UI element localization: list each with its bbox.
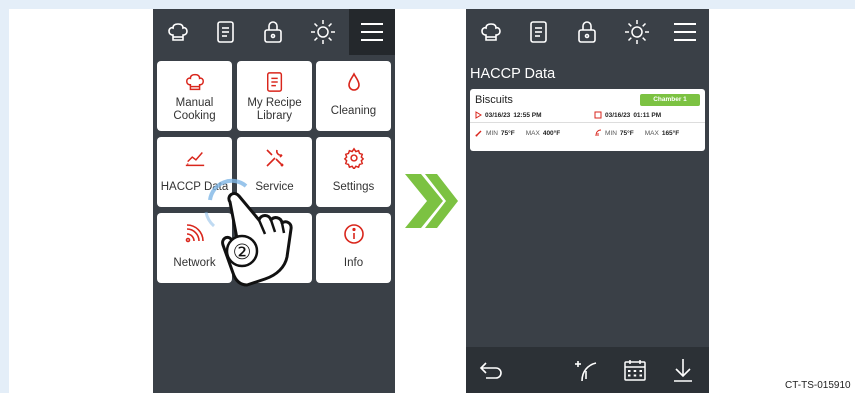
tile-label: Cleaning bbox=[330, 105, 377, 117]
haccp-data-screen: HACCP Data Biscuits Chamber 1 03/16/23 1… bbox=[466, 9, 709, 393]
end-time: 01:11 PM bbox=[633, 111, 662, 119]
chef-hat-icon bbox=[184, 71, 206, 93]
download-icon[interactable] bbox=[670, 357, 696, 383]
tile-label: Info bbox=[343, 257, 364, 269]
probe-temp-range: MIN 75°F MAX 165°F bbox=[594, 129, 679, 137]
double-chevron-right-icon bbox=[405, 174, 458, 228]
lock-icon[interactable] bbox=[258, 17, 288, 47]
thermometer-icon bbox=[475, 130, 482, 137]
haccp-record-card[interactable]: Biscuits Chamber 1 03/16/23 12:55 PM 03/… bbox=[470, 89, 705, 151]
recipe-book-icon bbox=[264, 71, 286, 93]
chef-hat-icon[interactable] bbox=[163, 17, 193, 47]
bottom-toolbar bbox=[466, 347, 709, 393]
tile-label: My Recipe Library bbox=[247, 97, 302, 122]
tile-label: Settings bbox=[332, 181, 375, 193]
tap-hand-icon: ② bbox=[204, 178, 293, 287]
lock-icon[interactable] bbox=[572, 17, 602, 47]
probe-add-icon[interactable] bbox=[574, 357, 600, 383]
probe-icon bbox=[595, 129, 602, 137]
top-toolbar bbox=[466, 9, 709, 55]
menu-hamburger-icon[interactable] bbox=[670, 17, 700, 47]
tile-info[interactable]: Info bbox=[316, 213, 391, 283]
play-icon bbox=[475, 111, 482, 119]
tile-manual-cooking[interactable]: Manual Cooking bbox=[157, 61, 232, 131]
water-drop-icon bbox=[343, 71, 365, 93]
gear-icon bbox=[343, 147, 365, 169]
step-number: ② bbox=[233, 240, 252, 264]
end-date: 03/16/23 bbox=[605, 111, 631, 119]
page-title: HACCP Data bbox=[470, 66, 556, 82]
info-icon bbox=[343, 223, 365, 245]
chef-hat-icon[interactable] bbox=[476, 17, 506, 47]
record-start: 03/16/23 12:55 PM bbox=[475, 111, 542, 119]
core-temp-range: MIN 75°F MAX 400°F bbox=[475, 129, 560, 137]
figure-caption: CT-TS-015910 bbox=[785, 380, 851, 391]
recipe-book-icon[interactable] bbox=[211, 17, 241, 47]
tile-label: Manual Cooking bbox=[173, 97, 216, 122]
back-arrow-icon[interactable] bbox=[478, 357, 504, 383]
tools-icon bbox=[264, 147, 286, 169]
top-toolbar bbox=[153, 9, 395, 55]
recipe-book-icon[interactable] bbox=[524, 17, 554, 47]
tile-settings[interactable]: Settings bbox=[316, 137, 391, 207]
brightness-icon[interactable] bbox=[622, 17, 652, 47]
probe-min: 75°F bbox=[619, 129, 634, 137]
tile-my-recipe-library[interactable]: My Recipe Library bbox=[237, 61, 312, 131]
probe-max: 165°F bbox=[661, 129, 680, 137]
stop-icon bbox=[594, 111, 602, 119]
divider bbox=[470, 122, 705, 123]
tile-cleaning[interactable]: Cleaning bbox=[316, 61, 391, 131]
calendar-icon[interactable] bbox=[622, 357, 648, 383]
core-max: 400°F bbox=[542, 129, 561, 137]
start-time: 12:55 PM bbox=[513, 111, 542, 119]
record-name: Biscuits bbox=[475, 94, 513, 106]
menu-hamburger-icon[interactable] bbox=[349, 9, 395, 55]
chamber-badge: Chamber 1 bbox=[640, 94, 700, 106]
brightness-icon[interactable] bbox=[308, 17, 338, 47]
core-min: 75°F bbox=[500, 129, 515, 137]
record-end: 03/16/23 01:11 PM bbox=[594, 111, 661, 119]
start-date: 03/16/23 bbox=[485, 111, 511, 119]
chart-icon bbox=[184, 147, 206, 169]
